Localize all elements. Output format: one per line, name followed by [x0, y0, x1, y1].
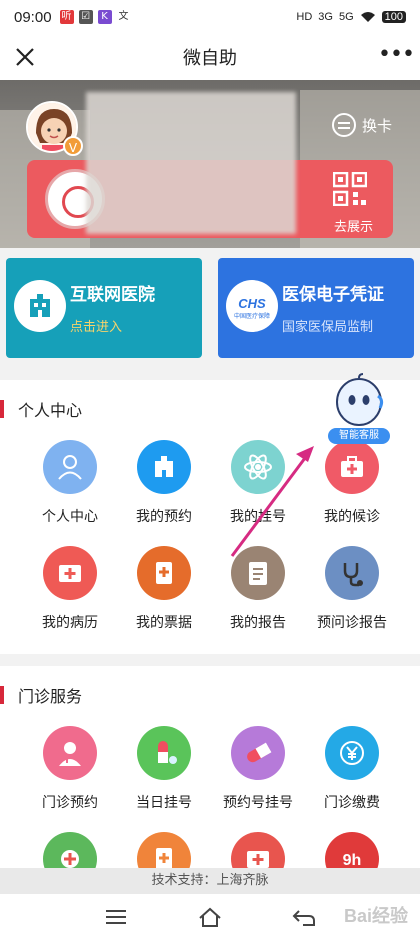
my-medical-record-item[interactable]: 我的病历 [20, 546, 120, 632]
atom-icon [231, 440, 285, 494]
check-app-icon: ☑ [78, 10, 93, 24]
my-receipt-item[interactable]: 我的票据 [114, 546, 214, 632]
k-app-icon: K [97, 10, 112, 24]
my-appointment-item[interactable]: 我的预约 [114, 440, 214, 526]
stethoscope-icon [325, 546, 379, 600]
personal-center-item[interactable]: 个人中心 [20, 440, 120, 526]
tile-subtitle: 点击进入 [70, 320, 123, 335]
switch-card-label: 换卡 [362, 116, 393, 135]
status-bar: 09:00 听 ☑ K 文 HD 3G 5G 100 [0, 0, 420, 34]
signal-5g-label: 5G [338, 11, 354, 23]
tile-title: 互联网医院 [70, 285, 155, 305]
switch-icon [332, 113, 356, 137]
section-title: 门诊服务 [18, 687, 83, 706]
listen-app-icon: 听 [59, 10, 74, 24]
clock: 09:00 [14, 8, 52, 26]
item-label: 我的票据 [136, 615, 192, 631]
item-label: 我的候诊 [324, 509, 380, 525]
tile-subtitle: 国家医保局监制 [282, 320, 374, 335]
pre-consultation-report-item[interactable]: 预问诊报告 [302, 546, 402, 632]
section-header: 门诊服务 [0, 684, 82, 706]
medical-insurance-tile[interactable]: CHS 中国医疗保障 医保电子凭证 国家医保局监制 [218, 258, 414, 358]
back-icon[interactable] [291, 906, 317, 928]
text-app-icon: 文 [116, 10, 131, 24]
item-label: 我的预约 [136, 509, 192, 525]
tile-title: 医保电子凭证 [282, 285, 384, 305]
item-label: 预问诊报告 [317, 615, 387, 631]
outpatient-service-section: 门诊服务 门诊预约 当日挂号 预约号挂号 门诊缴费 9h [0, 666, 420, 886]
my-registration-item[interactable]: 我的挂号 [208, 440, 308, 526]
assistant-label: 智能客服 [328, 428, 390, 444]
tech-support-text: 技术支持：上海齐脉 [0, 868, 420, 894]
item-label: 我的挂号 [230, 509, 286, 525]
section-header: 个人中心 [0, 398, 82, 420]
vip-badge: V [63, 136, 83, 156]
item-label: 我的报告 [230, 615, 286, 631]
my-report-item[interactable]: 我的报告 [208, 546, 308, 632]
watermark: Bai经验 [343, 906, 408, 926]
same-day-registration-item[interactable]: 当日挂号 [114, 726, 214, 812]
internet-hospital-tile[interactable]: 互联网医院 点击进入 [6, 258, 202, 358]
hd-label: HD [296, 11, 313, 23]
user-icon [43, 440, 97, 494]
section-title: 个人中心 [18, 401, 83, 420]
chs-logo-text: CHS [238, 296, 266, 311]
page-title: 微自助 [183, 48, 237, 69]
robot-icon [336, 373, 384, 426]
section-accent-bar [0, 400, 4, 418]
wifi-icon [360, 12, 375, 22]
reserved-registration-item[interactable]: 预约号挂号 [208, 726, 308, 812]
yuan-coin-icon [325, 726, 379, 780]
switch-card-button[interactable]: 换卡 [332, 113, 392, 137]
outpatient-payment-item[interactable]: 门诊缴费 [302, 726, 402, 812]
report-clipboard-icon [231, 546, 285, 600]
hospital-logo-icon [14, 280, 66, 332]
item-label: 个人中心 [42, 509, 98, 525]
chs-logo-icon: CHS 中国医疗保障 [226, 280, 278, 332]
section-accent-bar [0, 686, 4, 704]
capsule-icon [231, 726, 285, 780]
doctor-icon [43, 726, 97, 780]
signal-3g-label: 3G [318, 11, 333, 23]
home-icon[interactable] [197, 906, 223, 928]
item-label: 当日挂号 [136, 795, 192, 811]
my-waiting-item[interactable]: 我的候诊 [302, 440, 402, 526]
blurred-patient-info [86, 92, 296, 234]
outpatient-appointment-item[interactable]: 门诊预约 [20, 726, 120, 812]
item-label: 门诊预约 [42, 795, 98, 811]
medical-kit-icon [325, 440, 379, 494]
close-icon[interactable] [10, 42, 40, 72]
receipt-icon [137, 546, 191, 600]
medical-record-icon [43, 546, 97, 600]
item-label: 我的病历 [42, 615, 98, 631]
pill-icon [137, 726, 191, 780]
svg-text:9h: 9h [343, 852, 362, 869]
show-qr-label[interactable]: 去展示 [334, 216, 373, 235]
menu-icon[interactable] [103, 906, 129, 928]
chs-logo-caption: 中国医疗保障 [234, 312, 270, 320]
title-bar: 微自助 ••• [0, 34, 420, 80]
item-label: 门诊缴费 [324, 795, 380, 811]
hospital-building-icon [137, 440, 191, 494]
smart-assistant-button[interactable]: 智能客服 [328, 372, 390, 444]
qr-code-icon[interactable] [333, 172, 367, 206]
item-label: 预约号挂号 [223, 795, 293, 811]
battery-indicator: 100 [381, 11, 406, 23]
more-options-button[interactable]: ••• [378, 42, 415, 72]
